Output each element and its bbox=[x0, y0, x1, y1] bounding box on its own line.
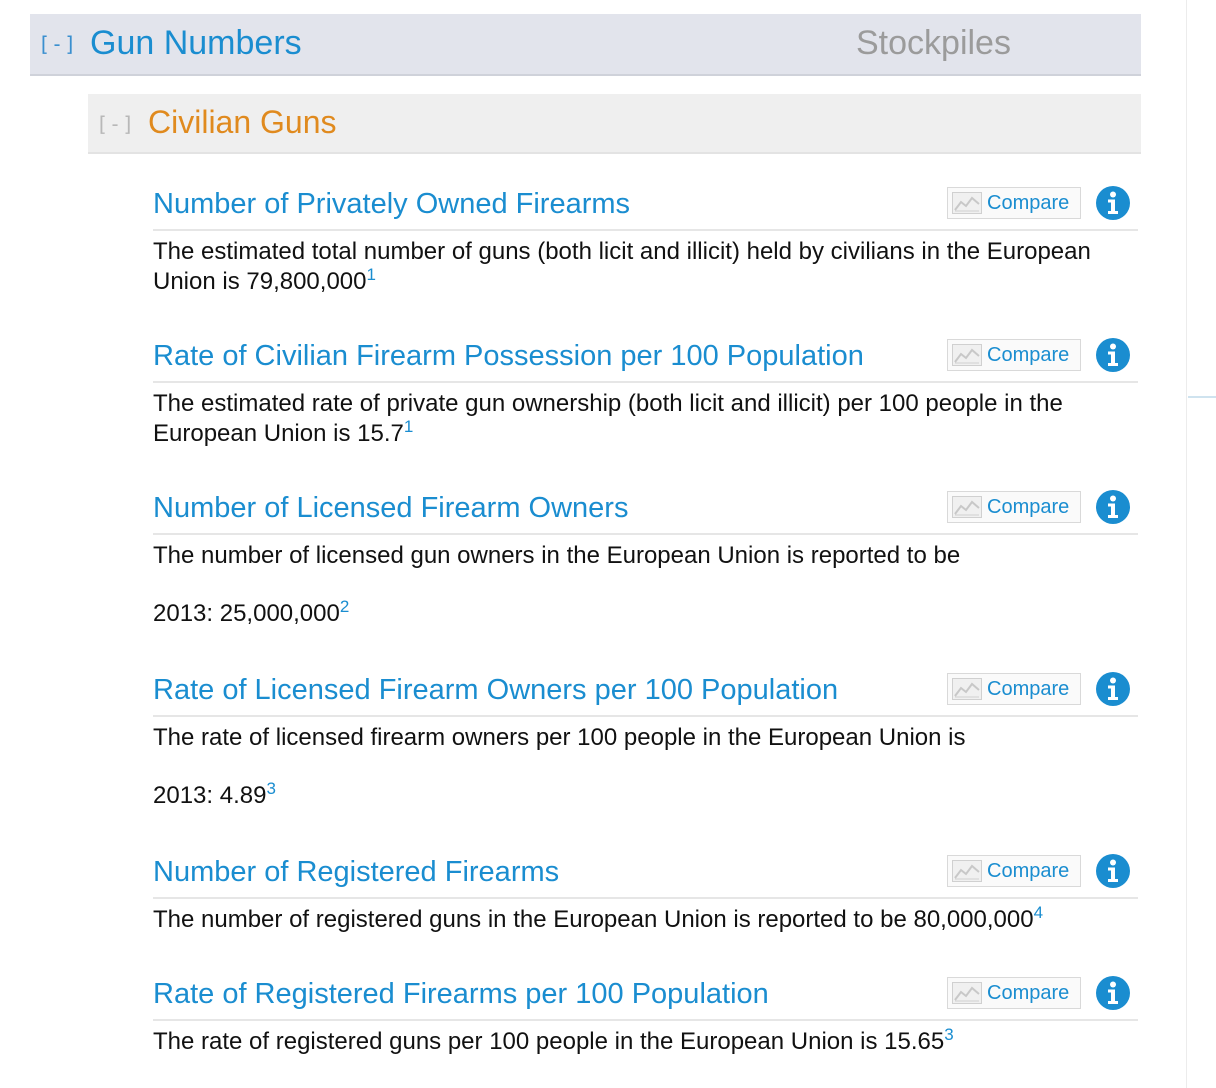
footnote-link[interactable]: 1 bbox=[367, 265, 376, 284]
compare-button[interactable]: Compare bbox=[947, 855, 1081, 887]
compare-label: Compare bbox=[987, 678, 1070, 700]
collapse-toggle[interactable]: [-] bbox=[96, 112, 135, 136]
metric-header: Number of Privately Owned Firearms Compa… bbox=[153, 185, 1138, 231]
metric-description: The rate of licensed firearm owners per … bbox=[153, 724, 966, 751]
compare-button[interactable]: Compare bbox=[947, 673, 1081, 705]
metric-description: The number of licensed gun owners in the… bbox=[153, 542, 961, 569]
metric-value: 2013: 25,000,0002 bbox=[153, 597, 1138, 629]
metric-item: Rate of Civilian Firearm Possession per … bbox=[153, 337, 1138, 449]
info-icon[interactable] bbox=[1095, 975, 1131, 1011]
description-text: The number of registered guns in the Eur… bbox=[153, 906, 1034, 933]
metric-item: Rate of Registered Firearms per 100 Popu… bbox=[153, 975, 1138, 1057]
right-panel-marker bbox=[1188, 396, 1216, 398]
metric-title[interactable]: Rate of Registered Firearms per 100 Popu… bbox=[153, 978, 769, 1011]
section-gun-numbers-header[interactable]: [-] Gun Numbers Stockpiles bbox=[30, 14, 1141, 76]
info-icon[interactable] bbox=[1095, 185, 1131, 221]
metric-header: Rate of Licensed Firearm Owners per 100 … bbox=[153, 671, 1138, 717]
metric-description: The number of registered guns in the Eur… bbox=[153, 903, 1113, 935]
compare-button[interactable]: Compare bbox=[947, 187, 1081, 219]
footnote-link[interactable]: 1 bbox=[404, 417, 413, 436]
tab-stockpiles[interactable]: Stockpiles bbox=[856, 24, 1011, 63]
compare-label: Compare bbox=[987, 982, 1070, 1004]
subsection-civilian-guns-header[interactable]: [-] Civilian Guns bbox=[88, 94, 1141, 154]
compare-button[interactable]: Compare bbox=[947, 491, 1081, 523]
metric-item: Number of Privately Owned Firearms Compa… bbox=[153, 185, 1138, 297]
metric-item: Number of Licensed Firearm Owners Compar… bbox=[153, 489, 1138, 629]
description-text: The rate of registered guns per 100 peop… bbox=[153, 1028, 945, 1055]
metric-title[interactable]: Number of Privately Owned Firearms bbox=[153, 188, 630, 221]
info-icon[interactable] bbox=[1095, 337, 1131, 373]
info-icon[interactable] bbox=[1095, 671, 1131, 707]
chart-icon bbox=[952, 982, 982, 1004]
compare-label: Compare bbox=[987, 344, 1070, 366]
subsection-title[interactable]: Civilian Guns bbox=[148, 104, 337, 141]
footnote-link[interactable]: 3 bbox=[266, 779, 275, 798]
metric-header: Rate of Civilian Firearm Possession per … bbox=[153, 337, 1138, 383]
chart-icon bbox=[952, 496, 982, 518]
metric-title[interactable]: Rate of Licensed Firearm Owners per 100 … bbox=[153, 674, 838, 707]
chart-icon bbox=[952, 192, 982, 214]
metric-description: The rate of registered guns per 100 peop… bbox=[153, 1025, 1113, 1057]
metric-header: Number of Licensed Firearm Owners Compar… bbox=[153, 489, 1138, 535]
metric-description: The estimated rate of private gun owners… bbox=[153, 389, 1113, 449]
metric-value: 2013: 4.893 bbox=[153, 779, 1138, 811]
value-text: 2013: 25,000,000 bbox=[153, 600, 340, 627]
metric-title[interactable]: Rate of Civilian Firearm Possession per … bbox=[153, 340, 864, 373]
footnote-link[interactable]: 2 bbox=[340, 597, 349, 616]
metric-item: Rate of Licensed Firearm Owners per 100 … bbox=[153, 671, 1138, 811]
description-text: The estimated total number of guns (both… bbox=[153, 238, 1091, 295]
metric-header: Number of Registered Firearms Compare bbox=[153, 853, 1138, 899]
compare-label: Compare bbox=[987, 192, 1070, 214]
info-icon[interactable] bbox=[1095, 853, 1131, 889]
value-text: 2013: 4.89 bbox=[153, 782, 267, 809]
compare-label: Compare bbox=[987, 860, 1070, 882]
metric-description: The estimated total number of guns (both… bbox=[153, 237, 1113, 297]
metric-header: Rate of Registered Firearms per 100 Popu… bbox=[153, 975, 1138, 1021]
chart-icon bbox=[952, 678, 982, 700]
description-text: The estimated rate of private gun owners… bbox=[153, 390, 1063, 447]
footnote-link[interactable]: 4 bbox=[1034, 903, 1043, 922]
metric-title[interactable]: Number of Licensed Firearm Owners bbox=[153, 492, 628, 525]
compare-button[interactable]: Compare bbox=[947, 977, 1081, 1009]
compare-label: Compare bbox=[987, 496, 1070, 518]
metric-item: Number of Registered Firearms Compare Th… bbox=[153, 853, 1138, 935]
metric-title[interactable]: Number of Registered Firearms bbox=[153, 856, 559, 889]
section-title[interactable]: Gun Numbers bbox=[90, 24, 302, 63]
chart-icon bbox=[952, 860, 982, 882]
info-icon[interactable] bbox=[1095, 489, 1131, 525]
chart-icon bbox=[952, 344, 982, 366]
compare-button[interactable]: Compare bbox=[947, 339, 1081, 371]
footnote-link[interactable]: 3 bbox=[944, 1025, 953, 1044]
right-panel-divider bbox=[1186, 0, 1187, 1088]
collapse-toggle[interactable]: [-] bbox=[38, 32, 77, 56]
